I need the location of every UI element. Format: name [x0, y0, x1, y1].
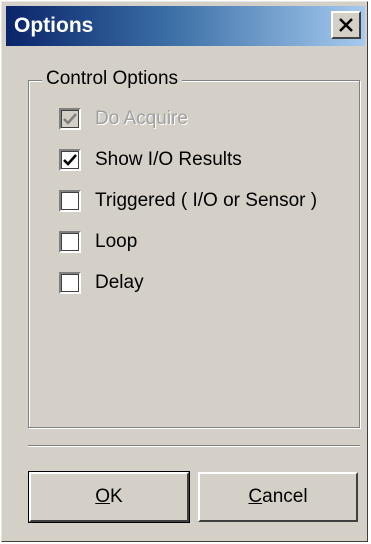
cancel-label: Cancel — [248, 486, 308, 507]
triggered-label[interactable]: Triggered ( I/O or Sensor ) — [95, 190, 317, 212]
group-label: Control Options — [42, 68, 183, 90]
show-io-results-option[interactable]: Show I/O Results — [59, 147, 242, 173]
ok-label: OK — [95, 486, 123, 507]
title-bar[interactable]: Options — [6, 6, 365, 46]
delay-checkbox[interactable] — [59, 272, 81, 294]
triggered-checkbox[interactable] — [59, 190, 81, 212]
loop-option[interactable]: Loop — [59, 229, 137, 255]
do-acquire-option: Do Acquire — [59, 106, 188, 132]
show-io-results-label[interactable]: Show I/O Results — [95, 149, 242, 171]
ok-button[interactable]: OK — [28, 471, 190, 523]
loop-checkbox[interactable] — [59, 231, 81, 253]
triggered-option[interactable]: Triggered ( I/O or Sensor ) — [59, 188, 317, 214]
delay-option[interactable]: Delay — [59, 270, 144, 296]
do-acquire-checkbox — [59, 108, 81, 130]
checkmark-icon — [63, 154, 77, 166]
options-dialog: Options Control Options Do Acquire Show … — [1, 1, 368, 542]
show-io-results-checkbox[interactable] — [59, 149, 81, 171]
cancel-button[interactable]: Cancel — [198, 472, 358, 522]
window-title: Options — [14, 14, 94, 37]
delay-label[interactable]: Delay — [95, 272, 144, 294]
checkmark-icon — [63, 113, 77, 125]
do-acquire-label: Do Acquire — [95, 108, 188, 129]
loop-label[interactable]: Loop — [95, 231, 137, 253]
close-button[interactable] — [331, 11, 361, 39]
separator — [28, 445, 360, 447]
close-icon — [339, 18, 353, 32]
